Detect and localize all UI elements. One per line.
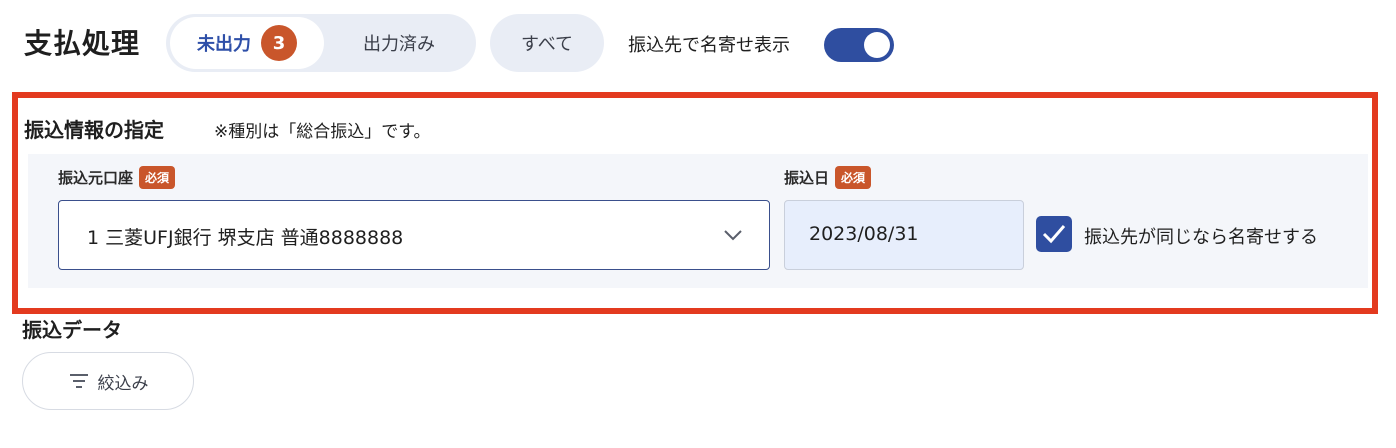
date-field-label: 振込日 必須 [784, 166, 872, 189]
source-account-select[interactable]: 1 三菱UFJ銀行 堺支店 普通8888888 [58, 200, 770, 270]
merge-display-toggle[interactable] [824, 28, 894, 62]
chevron-down-icon [724, 230, 742, 241]
tab-unexported[interactable]: 未出力 3 [170, 17, 324, 69]
merge-checkbox-label: 振込先が同じなら名寄せする [1084, 227, 1318, 248]
filter-button-label: 絞込み [97, 373, 149, 394]
required-badge: 必須 [139, 166, 176, 189]
date-label-text: 振込日 [784, 169, 830, 187]
merge-checkbox[interactable] [1036, 216, 1072, 252]
filter-icon [69, 374, 88, 388]
tab-exported-label: 出力済み [363, 34, 435, 55]
tab-all[interactable]: すべて [490, 14, 604, 72]
required-badge: 必須 [835, 166, 872, 189]
toggle-label: 振込先で名寄せ表示 [628, 35, 790, 56]
count-badge: 3 [261, 25, 297, 61]
section-note: ※種別は「総合振込」です。 [214, 122, 431, 142]
tab-unexported-label: 未出力 [197, 34, 251, 55]
filter-button[interactable]: 絞込み [22, 352, 194, 410]
page-title: 支払処理 [24, 27, 141, 60]
section-title: 振込情報の指定 [24, 118, 164, 142]
source-account-value: 1 三菱UFJ銀行 堺支店 普通8888888 [87, 227, 404, 249]
transfer-date-input[interactable]: 2023/08/31 [784, 200, 1024, 270]
account-field-label: 振込元口座 必須 [58, 166, 176, 189]
toggle-knob [864, 32, 890, 58]
check-icon [1042, 225, 1066, 244]
transfer-date-value: 2023/08/31 [809, 223, 919, 245]
tab-exported[interactable]: 出力済み [324, 17, 474, 69]
data-section-title: 振込データ [22, 318, 122, 342]
tab-all-label: すべて [520, 34, 574, 55]
account-label-text: 振込元口座 [58, 169, 134, 187]
